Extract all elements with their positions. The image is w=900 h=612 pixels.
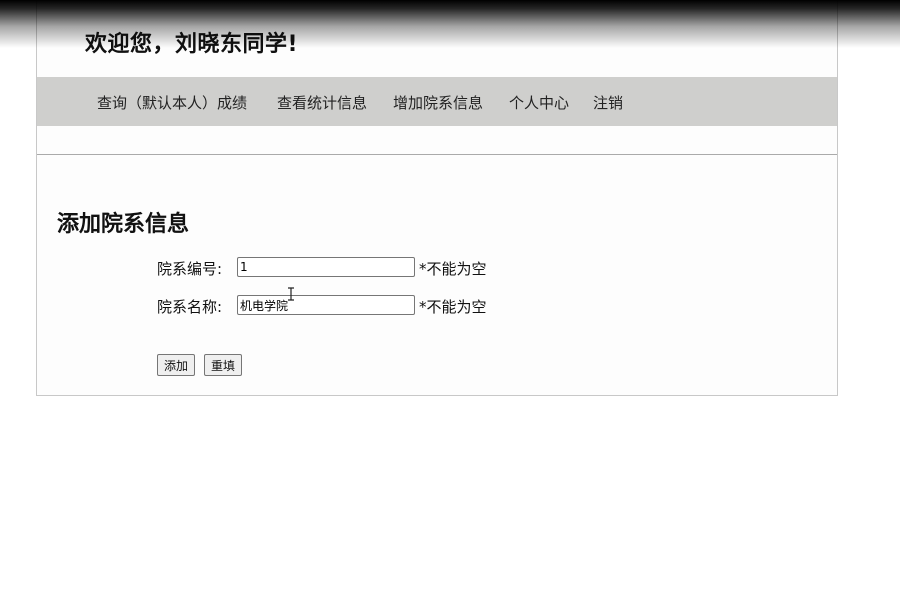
section-title: 添加院系信息 bbox=[57, 212, 190, 237]
nav-item-logout[interactable]: 注销 bbox=[593, 92, 623, 113]
nav-item-statistics[interactable]: 查看统计信息 bbox=[277, 92, 367, 113]
department-id-input[interactable] bbox=[237, 257, 415, 277]
nav-item-personal-center[interactable]: 个人中心 bbox=[509, 92, 569, 113]
i-beam-cursor-icon bbox=[288, 287, 294, 301]
divider bbox=[37, 154, 837, 155]
reset-button[interactable]: 重填 bbox=[204, 354, 243, 376]
department-name-input[interactable] bbox=[237, 295, 415, 315]
nav-bar: 查询（默认本人）成绩 查看统计信息 增加院系信息 个人中心 注销 bbox=[37, 77, 837, 126]
add-button[interactable]: 添加 bbox=[157, 354, 196, 376]
nav-item-query-grades[interactable]: 查询（默认本人）成绩 bbox=[97, 92, 247, 113]
welcome-title: 欢迎您，刘晓东同学! bbox=[85, 32, 299, 57]
page-container: 欢迎您，刘晓东同学! 查询（默认本人）成绩 查看统计信息 增加院系信息 个人中心… bbox=[36, 0, 838, 396]
department-id-label: 院系编号: bbox=[157, 260, 223, 278]
department-name-hint: *不能为空 bbox=[419, 298, 487, 316]
nav-item-add-department[interactable]: 增加院系信息 bbox=[393, 92, 483, 113]
department-id-hint: *不能为空 bbox=[419, 260, 487, 278]
department-name-label: 院系名称: bbox=[157, 298, 223, 316]
